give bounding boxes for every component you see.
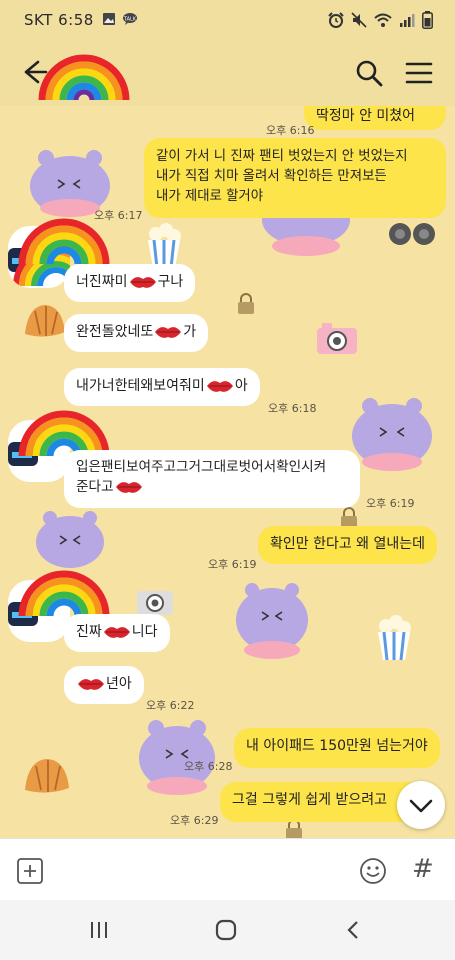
message-text: 니다	[131, 624, 158, 640]
message-time: 오후 6:18	[268, 402, 317, 415]
my-message-bubble[interactable]: 내 아이패드 150만원 넘는거야	[234, 728, 440, 768]
chat-header	[0, 40, 455, 106]
hash-button[interactable]: #	[412, 854, 438, 884]
hippo-sticker-icon	[36, 511, 104, 568]
my-message-bubble[interactable]: 확인만 한다고 왜 열내는데	[258, 526, 438, 564]
scroll-to-bottom-button[interactable]	[397, 781, 445, 829]
chevron-down-icon	[409, 799, 433, 813]
search-icon[interactable]	[354, 58, 384, 88]
chat-area[interactable]: 딱정마 안 미쳤어 오후 6:16 같이 가서 니 진짜 팬티 벗었는지 안 벗…	[0, 106, 455, 838]
camera-sticker-icon	[317, 323, 357, 354]
hippo-sticker-icon	[139, 720, 215, 795]
croissant-sticker-icon	[25, 305, 65, 337]
my-message-bubble[interactable]: 같이 가서 니 진짜 팬티 벗었는지 안 벗었는지 내가 직접 치마 올려서 확…	[144, 138, 446, 218]
talk-icon: TALK	[123, 13, 137, 25]
alarm-icon	[328, 12, 344, 28]
gallery-icon	[103, 13, 115, 25]
message-time: 오후 6:28	[184, 760, 233, 773]
mute-icon	[351, 12, 367, 28]
rainbow-sticker-icon	[18, 570, 110, 617]
kiss-lips-icon	[78, 679, 104, 690]
svg-text:TALK: TALK	[123, 17, 137, 23]
message-text: 아	[234, 378, 248, 394]
message-time: 오후 6:19	[208, 558, 257, 571]
message-text: 완전돌았네또	[76, 324, 154, 340]
message-text: 같이 가서 니 진짜 팬티 벗었는지 안 벗었는지	[156, 149, 408, 164]
their-message-bubble[interactable]: 입은팬티보여주고그거그대로벗어서확인시켜 준다고	[64, 450, 360, 508]
message-input-bar: #	[0, 838, 455, 900]
message-text: 입은팬티보여주고그거그대로벗어서확인시켜	[76, 459, 327, 475]
kiss-lips-icon	[103, 627, 130, 638]
message-time: 오후 6:22	[146, 699, 195, 712]
carrier-time: SKT 6:58	[24, 11, 94, 29]
recents-icon[interactable]	[87, 918, 111, 942]
binocular-sticker-icon	[389, 223, 435, 245]
plus-icon[interactable]	[16, 857, 44, 885]
croissant-sticker-icon	[25, 759, 69, 793]
message-text: 진짜	[76, 624, 102, 640]
message-text: 확인만 한다고 왜 열내는데	[270, 536, 426, 552]
status-bar: SKT 6:58 TALK	[0, 0, 455, 40]
message-text: 구나	[157, 274, 184, 290]
kiss-lips-icon	[206, 381, 233, 392]
message-text: 준다고	[76, 479, 114, 495]
battery-icon	[422, 11, 433, 29]
message-text: 내 아이패드 150만원 넘는거야	[246, 738, 428, 754]
android-nav-bar	[0, 900, 455, 960]
signal-icon	[400, 13, 415, 27]
message-time: 오후 6:19	[366, 497, 415, 510]
hippo-sticker-icon	[352, 398, 432, 471]
message-time: 오후 6:16	[266, 124, 315, 137]
hamburger-menu-icon[interactable]	[404, 60, 434, 86]
message-text: 너진짜미	[76, 274, 128, 290]
wifi-icon	[374, 13, 392, 27]
message-time: 오후 6:29	[170, 814, 219, 827]
their-message-bubble[interactable]: 완전돌았네또 가	[64, 314, 209, 352]
back-chevron-icon[interactable]	[342, 918, 366, 942]
message-text: 가	[183, 324, 197, 340]
home-icon[interactable]	[214, 918, 238, 942]
hippo-sticker-icon	[236, 583, 308, 659]
rainbow-avatar[interactable]	[36, 50, 132, 102]
message-text: 딱정마 안 미쳤어	[316, 108, 416, 124]
message-text: 내가 직접 치마 올려서 확인하든 만져보든	[156, 169, 387, 184]
their-message-bubble[interactable]: 진짜 니다	[64, 614, 170, 652]
their-message-bubble[interactable]: 년아	[64, 666, 144, 704]
rainbow-sticker-icon	[18, 218, 110, 265]
kiss-lips-icon	[155, 327, 182, 338]
kiss-lips-icon	[115, 482, 142, 493]
popcorn-sticker-icon	[148, 223, 181, 269]
my-message-bubble[interactable]: 딱정마 안 미쳤어	[304, 106, 446, 130]
message-text: 내가너한테왜보여줘미	[76, 378, 205, 394]
message-text: 그걸 그렇게 쉽게 받으려고	[232, 792, 388, 808]
their-message-bubble[interactable]: 내가너한테왜보여줘미 아	[64, 368, 260, 406]
camera-sticker-icon	[137, 591, 173, 615]
kiss-lips-icon	[129, 277, 156, 288]
message-text: 년아	[106, 676, 132, 692]
message-text: 내가 제대로 할거야	[156, 189, 264, 204]
emoji-icon[interactable]	[359, 857, 387, 885]
popcorn-sticker-icon	[378, 615, 411, 661]
lock-sticker-icon	[238, 293, 254, 314]
their-message-bubble[interactable]: 너진짜미 구나	[64, 264, 196, 302]
